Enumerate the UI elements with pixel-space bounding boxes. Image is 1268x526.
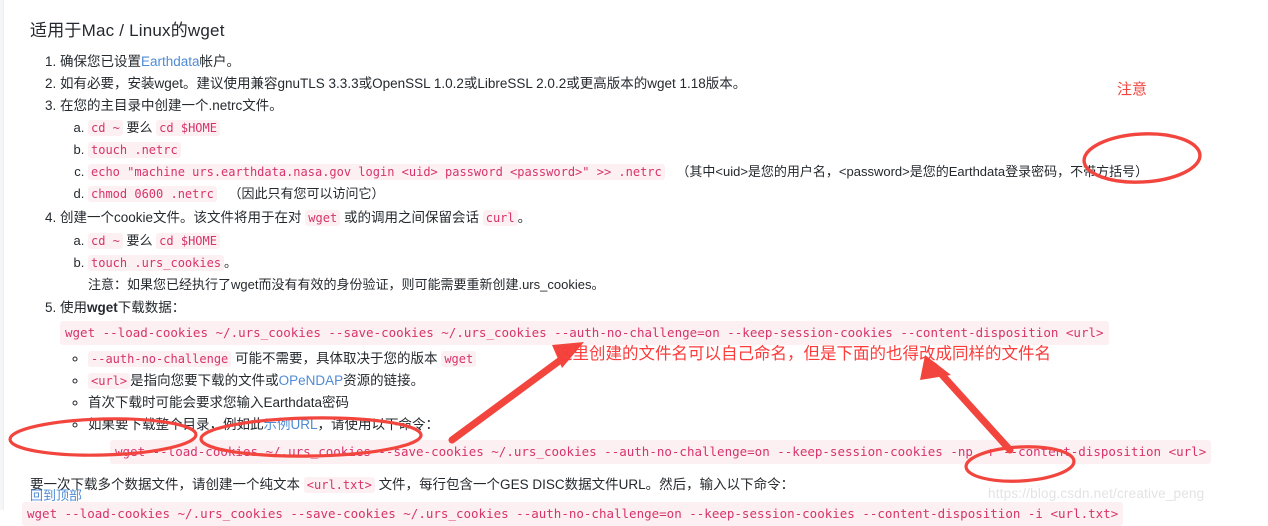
- code-url-placeholder: <url>: [88, 373, 131, 389]
- step-5: 使用wget下载数据： wget --load-cookies ~/.urs_c…: [60, 297, 1268, 464]
- substep-3c-note: （其中<uid>是您的用户名，<password>是您的Earthdata登录密…: [676, 164, 1149, 179]
- bullet-directory: 如果要下载整个目录，例如此示例URL，请使用以下命令： wget --load-…: [88, 414, 1268, 464]
- code-wget-multi: wget --load-cookies ~/.urs_cookies --sav…: [22, 502, 1124, 526]
- substep-3d-note: （因此只有您可以访问它）: [228, 186, 385, 201]
- step-4-text-1: 创建一个cookie文件。该文件将用于在对: [60, 210, 302, 225]
- example-url-link[interactable]: 示例URL: [264, 417, 318, 432]
- multi-download-seg4: 每行包含一个GES DISC数据文件URL。然后，输入以下命令：: [419, 477, 795, 492]
- step-4-note: 注意：如果您已经执行了wget而没有有效的身份验证，则可能需要重新创建.urs_…: [88, 277, 605, 292]
- step-5-text-pre: 使用: [60, 300, 87, 315]
- code-auth-no-challenge: --auth-no-challenge: [88, 351, 232, 367]
- multi-download-seg2: 请创建一个纯文本: [192, 477, 300, 492]
- step-4-text-3: 。: [517, 210, 532, 225]
- bullet-1-text: 可能不需要，具体取决于您的版本: [235, 351, 438, 366]
- document-body: 适用于Mac / Linux的wget 确保您已设置Earthdata帐户。 如…: [0, 0, 1268, 526]
- step-1-text-before: 确保您已设置: [60, 54, 141, 69]
- opendap-link[interactable]: OPeNDAP: [279, 373, 344, 388]
- code-wget-download: wget --load-cookies ~/.urs_cookies --sav…: [60, 321, 1109, 345]
- code-chmod-netrc: chmod 0600 .netrc: [88, 186, 217, 202]
- code-url-txt-inline: <url.txt>: [303, 477, 375, 493]
- substep-3a-mid: 要么: [126, 120, 153, 135]
- step-1-text-after: 帐户。: [199, 54, 241, 69]
- bullet-auth-no-challenge: --auth-no-challenge 可能不需要，具体取决于您的版本 wget: [88, 348, 1268, 370]
- step-5-command-wrap: wget --load-cookies ~/.urs_cookies --sav…: [60, 321, 1268, 345]
- code-wget-multi-pre: wget --load-cookies ~/.urs_cookies --sav…: [27, 506, 1051, 521]
- code-wget-inline: wget: [305, 210, 341, 226]
- step-3-text: 在您的主目录中创建一个.netrc文件。: [60, 98, 283, 113]
- code-url-txt-target: <url.txt>: [1050, 506, 1119, 521]
- step-4-text-2: 或的调用之间保留会话: [343, 210, 479, 225]
- page-title: 适用于Mac / Linux的wget: [30, 21, 225, 40]
- multi-download-command-wrap: wget --load-cookies ~/.urs_cookies --sav…: [22, 502, 1268, 526]
- bullet-url: <url>是指向您要下载的文件或OPeNDAP资源的链接。: [88, 370, 1268, 392]
- bullet-3-text: 首次下载时可能会要求您输入Earthdata密码: [88, 395, 350, 410]
- step-5-bold: wget: [87, 300, 118, 315]
- bullet-4-text-before: 如果要下载整个目录，例如此: [88, 417, 264, 432]
- substep-3a: cd ~ 要么 cd $HOME: [88, 117, 1268, 139]
- watermark: https://blog.csdn.net/creative_peng: [988, 486, 1205, 501]
- step-5-bullets: --auth-no-challenge 可能不需要，具体取决于您的版本 wget…: [60, 348, 1268, 464]
- substep-3b: touch .netrc: [88, 139, 1268, 161]
- substep-4a-mid: 要么: [126, 233, 153, 248]
- code-cd-tilde: cd ~: [88, 120, 123, 136]
- code-wget-version: wget: [441, 351, 477, 367]
- code-cd-home-2: cd $HOME: [156, 233, 220, 249]
- multi-download-seg3: 文件，: [378, 477, 420, 492]
- bullet-2-text-after: 资源的链接。: [343, 373, 425, 388]
- substep-3c: echo "machine urs.earthdata.nasa.gov log…: [88, 161, 1268, 183]
- code-echo-machine: echo "machine urs.earthdata.nasa.gov log…: [88, 164, 665, 180]
- code-curl-inline: curl: [482, 210, 518, 226]
- step-5-text-post: 下载数据：: [117, 300, 186, 315]
- code-touch-netrc: touch .netrc: [88, 142, 181, 158]
- bullet-password: 首次下载时可能会要求您输入Earthdata密码: [88, 392, 1268, 414]
- step-4: 创建一个cookie文件。该文件将用于在对 wget 或的调用之间保留会话 cu…: [60, 207, 1268, 295]
- back-to-top-link[interactable]: 回到顶部: [30, 485, 82, 504]
- substep-4b-note: 。: [224, 255, 238, 270]
- step-2-text: 如有必要，安装wget。建议使用兼容gnuTLS 3.3.3或OpenSSL 1…: [60, 76, 747, 91]
- instruction-list: 确保您已设置Earthdata帐户。 如有必要，安装wget。建议使用兼容gnu…: [30, 51, 1268, 464]
- code-cd-home: cd $HOME: [156, 120, 220, 136]
- bullet-2-text-before: 是指向您要下载的文件或: [130, 373, 279, 388]
- step-3: 在您的主目录中创建一个.netrc文件。 cd ~ 要么 cd $HOME to…: [60, 95, 1268, 205]
- bullet-4-text-after: ，请使用以下命令：: [317, 417, 440, 432]
- substep-3d: chmod 0600 .netrc （因此只有您可以访问它）: [88, 183, 1268, 205]
- code-wget-directory: wget --load-cookies ~/.urs_cookies --sav…: [110, 440, 1212, 464]
- code-touch-urs-cookies: touch .urs_cookies: [88, 255, 225, 271]
- step-2: 如有必要，安装wget。建议使用兼容gnuTLS 3.3.3或OpenSSL 1…: [60, 73, 1268, 94]
- substep-4a: cd ~ 要么 cd $HOME: [88, 230, 1268, 252]
- step-4-substeps: cd ~ 要么 cd $HOME touch .urs_cookies。 注意：…: [60, 230, 1268, 295]
- step-1: 确保您已设置Earthdata帐户。: [60, 51, 1268, 72]
- step-5-dir-command-wrap: wget --load-cookies ~/.urs_cookies --sav…: [110, 440, 1268, 464]
- code-cd-tilde-2: cd ~: [88, 233, 123, 249]
- earthdata-link[interactable]: Earthdata: [141, 54, 200, 69]
- step-3-substeps: cd ~ 要么 cd $HOME touch .netrc echo "mach…: [60, 117, 1268, 205]
- substep-4b: touch .urs_cookies。 注意：如果您已经执行了wget而没有有效…: [88, 252, 1268, 295]
